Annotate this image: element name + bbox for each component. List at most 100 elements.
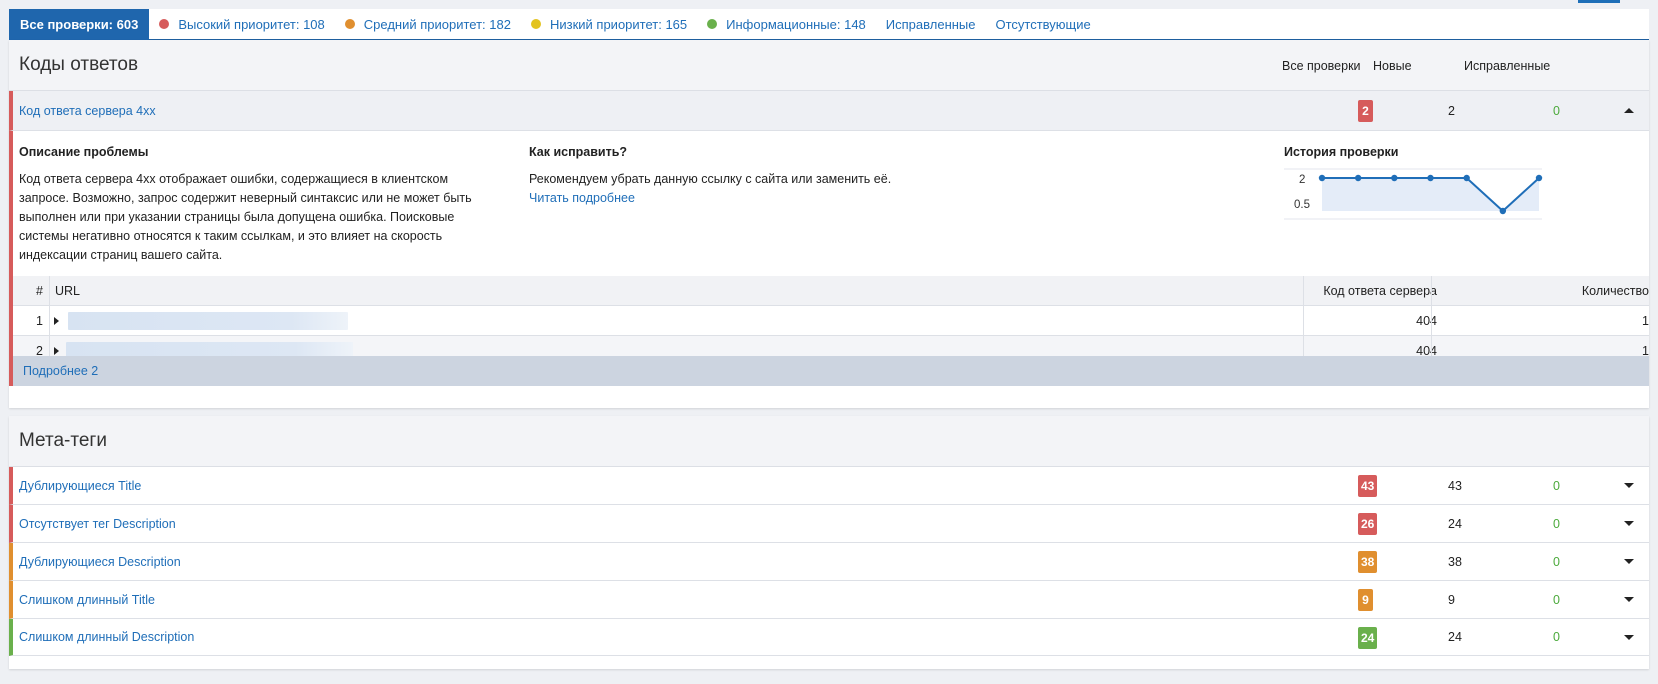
more-details-link[interactable]: Подробнее 2 bbox=[9, 356, 1649, 386]
tab-info[interactable]: Информационные: 148 bbox=[697, 9, 876, 40]
issue-detail: Описание проблемы Код ответа сервера 4xx… bbox=[9, 131, 1649, 374]
y-tick-label: 2 bbox=[1299, 174, 1305, 186]
url-table: # URL Код ответа сервера Количество 1 40… bbox=[13, 276, 1649, 366]
history-area bbox=[1322, 178, 1539, 211]
all-count-badge: 9 bbox=[1358, 589, 1373, 611]
issue-name-link[interactable]: Слишком длинный Title bbox=[19, 593, 155, 607]
new-count: 2 bbox=[1448, 103, 1455, 118]
tab-label: Средний приоритет: 182 bbox=[363, 16, 511, 32]
tab-label: Все проверки: 603 bbox=[20, 16, 139, 32]
issue-row[interactable]: Слишком длинный Description 24 24 0 bbox=[9, 619, 1649, 656]
history-point bbox=[1535, 174, 1543, 182]
tab-label: Исправленные bbox=[885, 16, 976, 32]
issue-row[interactable]: Дублирующиеся Description 38 38 0 bbox=[9, 543, 1649, 581]
panel-header: Коды ответов Все проверки Новые Исправле… bbox=[9, 40, 1649, 91]
chevron-down-icon[interactable] bbox=[1624, 634, 1634, 640]
url-redacted[interactable] bbox=[68, 312, 348, 330]
history-point bbox=[1391, 174, 1398, 182]
new-count: 9 bbox=[1448, 592, 1455, 607]
tab-label: Низкий приоритет: 165 bbox=[549, 16, 688, 32]
issue-row[interactable]: Дублирующиеся Title 43 43 0 bbox=[9, 467, 1649, 505]
panel-title: Мета-теги bbox=[19, 430, 107, 451]
issue-name-link[interactable]: Дублирующиеся Description bbox=[19, 555, 181, 569]
fix-text: Рекомендуем убрать данную ссылку с сайта… bbox=[529, 172, 892, 186]
history-point bbox=[1354, 174, 1362, 182]
col-url: URL bbox=[55, 283, 81, 298]
history-title: История проверки bbox=[1284, 145, 1399, 159]
col-divider bbox=[1431, 306, 1432, 335]
description-title: Описание проблемы bbox=[19, 145, 149, 159]
issue-row-4xx[interactable]: Код ответа сервера 4xx 2 2 0 bbox=[9, 91, 1649, 131]
new-count: 43 bbox=[1448, 478, 1462, 493]
col-head-new: Новые bbox=[1373, 58, 1412, 73]
issue-row[interactable]: Слишком длинный Title 9 9 0 bbox=[9, 581, 1649, 619]
history-point bbox=[1318, 174, 1326, 182]
tab-high[interactable]: Высокий приоритет: 108 bbox=[149, 9, 334, 40]
fixed-count: 0 bbox=[1553, 103, 1560, 118]
fix-title: Как исправить? bbox=[529, 145, 628, 159]
read-more-link[interactable]: Читать подробнее bbox=[529, 189, 635, 208]
tab-label: Отсутствующие bbox=[995, 16, 1091, 32]
chevron-down-icon[interactable] bbox=[1624, 521, 1634, 526]
description-text: Код ответа сервера 4xx отображает ошибки… bbox=[19, 172, 472, 262]
fixed-count: 0 bbox=[1553, 516, 1560, 531]
fixed-count: 0 bbox=[1553, 592, 1560, 607]
history-point bbox=[1427, 174, 1434, 182]
response-codes-panel: Коды ответов Все проверки Новые Исправле… bbox=[9, 40, 1649, 408]
issue-row[interactable]: Отсутствует тег Description 26 24 0 bbox=[9, 505, 1649, 543]
all-count-badge: 24 bbox=[1358, 627, 1378, 649]
all-count-badge: 26 bbox=[1358, 513, 1378, 535]
expand-arrow-icon[interactable] bbox=[54, 347, 59, 355]
chevron-down-icon[interactable] bbox=[1624, 559, 1634, 564]
all-count-badge: 38 bbox=[1358, 551, 1378, 573]
table-header: # URL Код ответа сервера Количество bbox=[13, 276, 1649, 306]
priority-tabs: Все проверки: 603 Высокий приоритет: 108… bbox=[9, 8, 1649, 40]
issue-name-link[interactable]: Дублирующиеся Title bbox=[19, 479, 141, 493]
col-divider bbox=[49, 276, 50, 305]
history-chart: 2 0.5 bbox=[1284, 168, 1543, 220]
tab-missing[interactable]: Отсутствующие bbox=[986, 9, 1101, 40]
fixed-count: 0 bbox=[1553, 630, 1560, 644]
row-qty: 1 bbox=[1642, 313, 1649, 328]
medium-dot-icon bbox=[344, 19, 355, 29]
issue-name-link[interactable]: Код ответа сервера 4xx bbox=[19, 104, 156, 118]
tab-medium[interactable]: Средний приоритет: 182 bbox=[335, 9, 521, 40]
history-series bbox=[1318, 174, 1543, 215]
low-dot-icon bbox=[530, 19, 541, 29]
col-head-all: Все проверки bbox=[1282, 58, 1361, 73]
info-dot-icon bbox=[707, 19, 718, 29]
col-code: Код ответа сервера bbox=[1323, 283, 1437, 298]
col-divider bbox=[1303, 276, 1304, 305]
new-count: 38 bbox=[1448, 554, 1462, 569]
row-code: 404 bbox=[1416, 313, 1437, 328]
col-head-fixed: Исправленные bbox=[1464, 58, 1551, 73]
table-row[interactable]: 1 404 1 bbox=[13, 306, 1649, 336]
panel-header: Мета-теги bbox=[9, 416, 1649, 467]
expand-arrow-icon[interactable] bbox=[54, 317, 59, 325]
tab-all[interactable]: Все проверки: 603 bbox=[9, 8, 150, 40]
tab-label: Высокий приоритет: 108 bbox=[178, 16, 325, 32]
issue-name-link[interactable]: Слишком длинный Description bbox=[19, 630, 194, 644]
tab-label: Информационные: 148 bbox=[726, 16, 866, 32]
all-count-badge: 2 bbox=[1358, 100, 1373, 122]
col-divider bbox=[1303, 306, 1304, 335]
col-qty: Количество bbox=[1581, 283, 1649, 298]
history-point bbox=[1463, 174, 1470, 182]
tab-low[interactable]: Низкий приоритет: 165 bbox=[521, 9, 697, 40]
issue-name-link[interactable]: Отсутствует тег Description bbox=[19, 517, 176, 531]
col-divider bbox=[49, 306, 50, 335]
history-point bbox=[1499, 207, 1507, 215]
meta-tags-panel: Мета-теги Дублирующиеся Title 43 43 0 Отсутс… bbox=[9, 416, 1649, 669]
top-accent bbox=[1578, 0, 1620, 3]
chevron-up-icon[interactable] bbox=[1624, 108, 1634, 113]
panel-title: Коды ответов bbox=[19, 54, 139, 75]
chevron-down-icon[interactable] bbox=[1624, 483, 1634, 488]
row-num: 1 bbox=[36, 313, 43, 328]
high-dot-icon bbox=[159, 19, 170, 29]
chevron-down-icon[interactable] bbox=[1624, 597, 1634, 602]
fixed-count: 0 bbox=[1553, 478, 1560, 493]
y-tick-label: 0.5 bbox=[1294, 199, 1310, 211]
tab-fixed[interactable]: Исправленные bbox=[876, 9, 986, 40]
col-divider bbox=[1431, 276, 1432, 305]
more-details-label: Подробнее 2 bbox=[23, 364, 99, 378]
